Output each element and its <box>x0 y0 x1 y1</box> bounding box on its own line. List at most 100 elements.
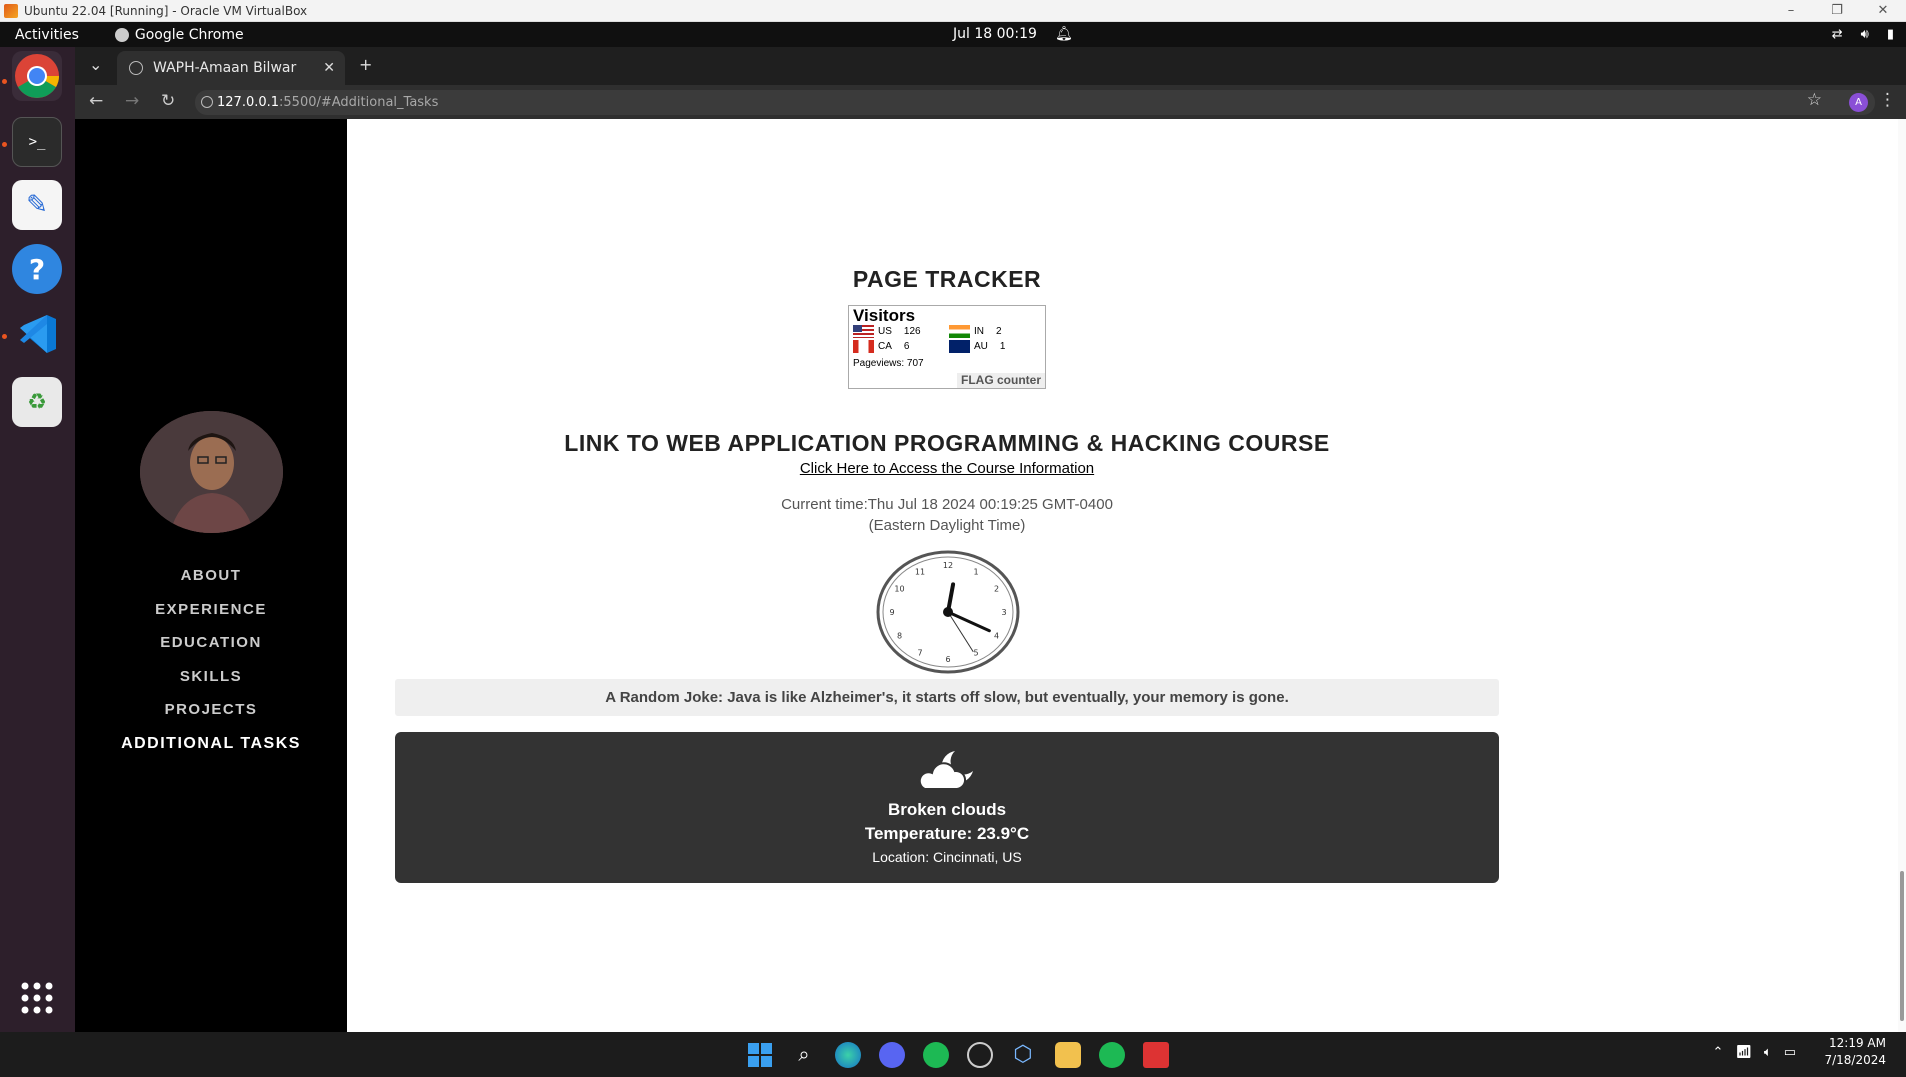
forward-icon[interactable]: → <box>125 91 139 111</box>
clock-number: 10 <box>894 585 904 594</box>
windows-taskbar: ⌕ ⬡ ⌃ 📶︎ 🔈︎ ▭ 12:19 AM 7/18/2024 <box>0 1032 1906 1077</box>
clock-number: 4 <box>994 632 999 641</box>
nav-skills[interactable]: SKILLS <box>75 660 347 694</box>
weather-card: Broken clouds Temperature: 23.9°C Locati… <box>395 732 1499 883</box>
clock-number: 11 <box>915 567 925 576</box>
help-launcher-icon[interactable]: ? <box>12 244 62 294</box>
visitor-count: 126 <box>903 326 921 337</box>
visitor-row-in: IN 2 <box>949 325 1002 338</box>
file-explorer-icon[interactable] <box>1055 1042 1081 1068</box>
chrome-menu-icon[interactable]: ⋮ <box>1879 90 1896 110</box>
discord-icon[interactable] <box>879 1042 905 1068</box>
visitor-row-ca: CA 6 <box>853 340 909 353</box>
battery-tray-icon: ▭ <box>1783 1045 1796 1060</box>
speaker-icon: 🔈︎ <box>1763 1045 1772 1060</box>
running-indicator <box>2 79 7 84</box>
spotify-icon-2[interactable] <box>1099 1042 1125 1068</box>
terminal-launcher-icon[interactable]: >_ <box>12 117 62 167</box>
course-heading: LINK TO WEB APPLICATION PROGRAMMING & HA… <box>564 430 1330 456</box>
nav-projects[interactable]: PROJECTS <box>75 693 347 727</box>
us-flag-icon <box>853 325 874 338</box>
random-joke: A Random Joke: Java is like Alzheimer's,… <box>395 679 1499 716</box>
close-tab-icon[interactable]: ✕ <box>323 60 335 76</box>
battery-icon: ▮ <box>1886 27 1894 42</box>
clock-number: 8 <box>897 632 902 641</box>
back-icon[interactable]: ← <box>89 91 103 111</box>
vbox-window-title: Ubuntu 22.04 [Running] - Oracle VM Virtu… <box>24 3 308 18</box>
clock-number: 6 <box>945 655 950 664</box>
windows-tray[interactable]: ⌃ 📶︎ 🔈︎ ▭ <box>1712 1045 1796 1060</box>
pageviews: Pageviews: 707 <box>853 358 924 369</box>
country-code: IN <box>974 326 984 337</box>
site-info-icon[interactable] <box>201 96 213 108</box>
scrollbar-thumb[interactable] <box>1900 871 1904 1021</box>
profile-avatar[interactable]: A <box>1849 93 1868 112</box>
cloud-moon-icon <box>918 751 973 790</box>
profile-photo <box>140 411 283 533</box>
browser-tab[interactable]: WAPH-Amaan Bilwar ✕ <box>117 51 345 85</box>
clock-number: 7 <box>917 649 922 658</box>
start-icon[interactable] <box>747 1042 773 1068</box>
taskbar-date: 7/18/2024 <box>1824 1053 1886 1067</box>
url-host: 127.0.0.1 <box>217 95 280 110</box>
trash-launcher-icon[interactable]: ♻ <box>12 377 62 427</box>
nav-additional-tasks[interactable]: ADDITIONAL TASKS <box>75 727 347 761</box>
snipping-tool-icon[interactable] <box>1143 1042 1169 1068</box>
restore-button[interactable]: ❐ <box>1814 0 1860 22</box>
minimize-button[interactable]: – <box>1768 0 1814 22</box>
virtualbox-taskbar-icon[interactable]: ⬡ <box>1010 1042 1036 1068</box>
show-apps-icon[interactable] <box>12 973 62 1023</box>
chrome-tab-strip: ⌄ WAPH-Amaan Bilwar ✕ + <box>75 47 1906 85</box>
tray-chevron-icon[interactable]: ⌃ <box>1712 1045 1723 1060</box>
new-tab-icon[interactable]: + <box>359 55 372 74</box>
country-code: AU <box>974 341 988 352</box>
vscode-launcher-icon[interactable] <box>12 309 62 359</box>
bookmark-star-icon[interactable]: ☆ <box>1807 90 1822 110</box>
chrome-small-icon <box>114 27 129 42</box>
nav-about[interactable]: ABOUT <box>75 559 347 593</box>
course-info-link[interactable]: Click Here to Access the Course Informat… <box>347 460 1547 477</box>
site-nav: ABOUT EXPERIENCE EDUCATION SKILLS PROJEC… <box>75 559 347 760</box>
app-menu[interactable]: Google Chrome <box>114 26 244 43</box>
weather-location: Location: Cincinnati, US <box>872 849 1022 865</box>
visitor-row-us: US 126 <box>853 325 921 338</box>
activities-button[interactable]: Activities <box>15 27 79 43</box>
url-path: :5500/#Additional_Tasks <box>279 95 439 110</box>
tab-search-chevron-icon[interactable]: ⌄ <box>89 55 102 74</box>
page-tracker-heading: PAGE TRACKER <box>852 266 1042 292</box>
visitors-heading: Visitors <box>853 306 916 325</box>
country-code: US <box>878 326 892 337</box>
nav-experience[interactable]: EXPERIENCE <box>75 593 347 627</box>
virtualbox-logo-icon <box>4 3 18 18</box>
site-main-content: PAGE TRACKER Visitors US 126 IN 2 CA 6 A… <box>347 119 1906 1032</box>
vbox-title-bar: Ubuntu 22.04 [Running] - Oracle VM Virtu… <box>0 0 1906 22</box>
system-clock[interactable]: Jul 18 00:19 <box>953 22 1037 47</box>
network-icon: ⇄ <box>1831 27 1843 42</box>
page-scrollbar[interactable] <box>1898 119 1906 1032</box>
system-tray[interactable]: ⇄ 🔊︎ ▮ <box>1832 22 1894 47</box>
flag-counter-brand: FLAG counter <box>957 373 1045 388</box>
app-menu-label: Google Chrome <box>134 26 244 43</box>
flag-counter-widget[interactable]: Visitors US 126 IN 2 CA 6 AU 1 Pageviews… <box>848 305 1046 389</box>
search-icon[interactable]: ⌕ <box>791 1042 817 1068</box>
obs-icon[interactable] <box>967 1042 993 1068</box>
country-code: CA <box>878 341 892 352</box>
url-bar[interactable]: 127.0.0.1:5500/#Additional_Tasks <box>195 90 1875 115</box>
close-window-button[interactable]: ✕ <box>1860 0 1906 22</box>
visitor-count: 1 <box>999 341 1006 352</box>
pageviews-label: Pageviews: <box>853 358 905 369</box>
taskbar-clock[interactable]: 12:19 AM 7/18/2024 <box>1824 1035 1886 1069</box>
ubuntu-dock: >_ ✎ ? ♻ <box>0 47 75 1032</box>
clock-number: 12 <box>943 561 953 570</box>
text-editor-launcher-icon[interactable]: ✎ <box>12 180 62 230</box>
clock-number: 5 <box>973 649 978 658</box>
reload-icon[interactable]: ↻ <box>161 91 175 111</box>
taskbar-time: 12:19 AM <box>1829 1036 1886 1050</box>
notification-bell-icon: 🔔︎ <box>1055 26 1073 42</box>
canada-flag-icon <box>853 340 874 353</box>
chrome-launcher-icon[interactable] <box>12 51 62 101</box>
nav-education[interactable]: EDUCATION <box>75 626 347 660</box>
edge-icon[interactable] <box>835 1042 861 1068</box>
spotify-icon[interactable] <box>923 1042 949 1068</box>
visitor-row-au: AU 1 <box>949 340 1005 353</box>
